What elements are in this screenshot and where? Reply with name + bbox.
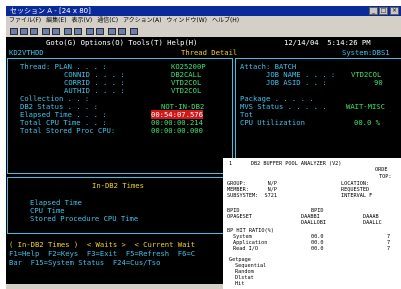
send-icon[interactable] <box>42 28 50 35</box>
function-keys-2[interactable]: Bar F15=System Status F24=Cus/Tso <box>9 258 160 267</box>
authid-value: VTD2COL <box>171 86 202 95</box>
report-orde: ORDE <box>375 167 388 173</box>
report-col2b: DAALLC <box>363 220 382 226</box>
menu-action[interactable]: アクション(A) <box>123 17 162 24</box>
report-top: TOP: <box>379 174 392 180</box>
buffer-pool-report: 1 DB2 BUFFER POOL ANALYZER (V2) ORDE TOP… <box>223 158 401 289</box>
cpu-util-label: CPU Utilization <box>240 118 305 127</box>
menu-bar: ファイル(F) 編集(E) 表示(V) 通信(C) アクション(A) ウィンドウ… <box>6 16 401 26</box>
screen-title: Thread Detail <box>181 48 238 57</box>
menu-edit[interactable]: 編集(E) <box>46 17 66 24</box>
title-bar: セッション A - [24 x 80] _ □ × <box>6 6 401 16</box>
terminal-datetime: 12/14/04 5:14:26 PM <box>284 38 371 47</box>
detail-tabs[interactable]: ( In-DB2 Times ) < Waits > < Current Wai… <box>9 240 195 249</box>
screen-id: KD2VTHDD <box>9 48 44 57</box>
minimize-button[interactable]: _ <box>369 7 378 15</box>
cpu-util-value: 00.0 % <box>354 118 380 127</box>
report-interval: INTERVAL F <box>341 193 373 199</box>
menu-help[interactable]: ヘルプ(H) <box>212 17 239 24</box>
settings-icon[interactable] <box>130 28 138 35</box>
taskbar-strip <box>6 284 223 289</box>
stored-proc-value: 00:00:00.000 <box>151 126 203 135</box>
report-col1b: DAALLOBI <box>301 220 326 226</box>
jobasid-value: 90 <box>374 78 383 87</box>
in-db2-title: In-DB2 Times <box>92 181 144 190</box>
report-hit: Hit <box>235 281 245 287</box>
play-icon[interactable] <box>118 28 126 35</box>
system-name: System:DBS1 <box>342 48 390 57</box>
copy-icon[interactable] <box>10 28 18 35</box>
receive-icon[interactable] <box>52 28 60 35</box>
report-readio-value: 00.0 <box>311 246 324 252</box>
menu-communication[interactable]: 通信(C) <box>97 17 118 24</box>
menu-file[interactable]: ファイル(F) <box>9 17 41 24</box>
function-keys-1[interactable]: F1=Help F2=Keys F3=Exit F5=Refresh F6=C <box>9 249 195 258</box>
maximize-button[interactable]: □ <box>379 7 388 15</box>
report-readio: Read I/O <box>233 246 258 252</box>
in-db2-row: Stored Procedure CPU Time <box>30 214 139 223</box>
menu-window[interactable]: ウィンドウ(W) <box>166 17 207 24</box>
keyboard-icon[interactable] <box>86 28 94 35</box>
paste-icon[interactable] <box>20 28 28 35</box>
menu-view[interactable]: 表示(V) <box>71 17 92 24</box>
report-readio-value2: 7 <box>387 246 391 252</box>
jobasid-label: JOB ASID . . : <box>266 78 327 87</box>
report-header: 1 DB2 BUFFER POOL ANALYZER (V2) <box>229 161 342 167</box>
macro-icon[interactable] <box>96 28 104 35</box>
close-button[interactable]: × <box>390 7 399 15</box>
record-icon[interactable] <box>108 28 116 35</box>
stored-proc-label: Total Stored Proc CPU: <box>20 126 116 135</box>
color-icon[interactable] <box>74 28 82 35</box>
report-pageset: OPAGESET <box>227 214 252 220</box>
print-icon[interactable] <box>30 28 38 35</box>
mvs-status-value: WAIT-MISC <box>346 102 385 111</box>
display-icon[interactable] <box>64 28 72 35</box>
report-subsystem: SUBSYSTEM: S721 <box>227 193 277 199</box>
window-title: セッション A - [24 x 80] <box>10 7 91 15</box>
terminal-menu[interactable]: Goto(G) Options(O) Tools(T) Help(H) <box>46 38 197 47</box>
